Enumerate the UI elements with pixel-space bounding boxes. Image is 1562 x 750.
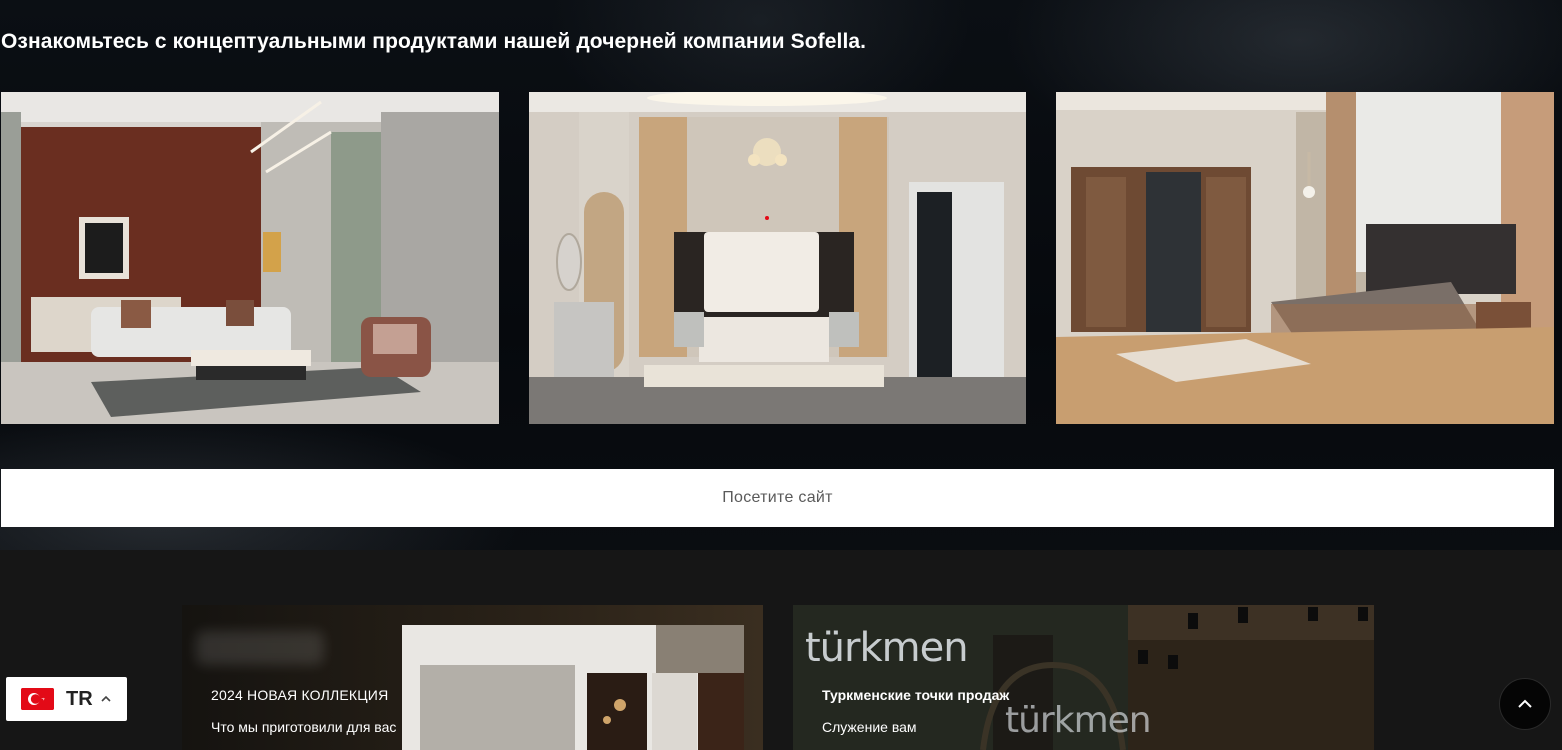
wardrobe-bedroom-photo bbox=[1056, 92, 1554, 424]
bedroom-photo bbox=[529, 92, 1026, 424]
sales-points-subtitle: Служение вам bbox=[822, 719, 917, 735]
chevron-up-icon bbox=[101, 695, 111, 702]
language-code: TR bbox=[66, 687, 93, 710]
sales-points-card[interactable]: türkmen türkmen Туркменские точки продаж… bbox=[793, 605, 1374, 750]
brand-sign-reflection: türkmen bbox=[1005, 700, 1152, 741]
collection-card[interactable]: 2024 НОВАЯ КОЛЛЕКЦИЯ Что мы приготовили … bbox=[182, 605, 763, 750]
language-switcher[interactable]: TR bbox=[6, 677, 127, 721]
arrow-up-icon bbox=[1518, 699, 1532, 708]
scroll-to-top-button[interactable] bbox=[1499, 678, 1551, 730]
blurred-logo bbox=[196, 631, 324, 665]
sister-company-section: Ознакомьтесь с концептуальными продуктам… bbox=[0, 0, 1562, 550]
collection-subtitle: Что мы приготовили для вас bbox=[211, 719, 397, 735]
sales-points-title: Туркменские точки продаж bbox=[822, 687, 1010, 703]
living-room-photo bbox=[1, 92, 499, 424]
brand-sign: türkmen bbox=[805, 625, 969, 671]
collection-photo bbox=[402, 625, 744, 750]
product-image-wardrobe-bedroom[interactable] bbox=[1056, 92, 1554, 424]
visit-site-button[interactable]: Посетите сайт bbox=[1, 469, 1554, 527]
section-title: Ознакомьтесь с концептуальными продуктам… bbox=[1, 30, 867, 53]
product-image-living-room[interactable] bbox=[1, 92, 499, 424]
turkey-flag-icon bbox=[21, 688, 54, 710]
product-image-bedroom[interactable] bbox=[529, 92, 1026, 424]
collection-title: 2024 НОВАЯ КОЛЛЕКЦИЯ bbox=[211, 687, 389, 703]
